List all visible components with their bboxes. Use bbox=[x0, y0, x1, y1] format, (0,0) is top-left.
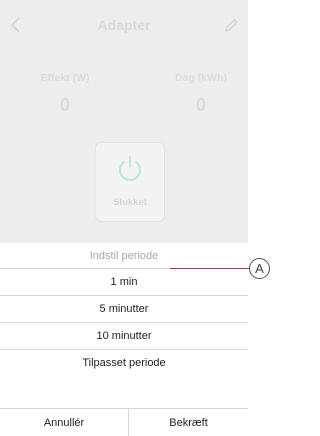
energy-metric-value: 0 bbox=[195, 95, 206, 115]
power-metric-value: 0 bbox=[59, 95, 70, 115]
pencil-icon[interactable] bbox=[223, 16, 239, 34]
device-screen: Adapter Effekt (W) 0 Dag (kWh) 0 Slukket… bbox=[0, 0, 248, 436]
power-toggle-tile[interactable]: Slukket bbox=[95, 142, 165, 222]
callout-badge: A bbox=[249, 258, 270, 279]
page-title: Adapter bbox=[97, 17, 151, 33]
option-custom-period[interactable]: Tilpasset periode bbox=[0, 349, 248, 376]
power-status-label: Slukket bbox=[113, 197, 147, 208]
option-10-minutes[interactable]: 10 minutter bbox=[0, 322, 248, 349]
power-icon bbox=[119, 156, 141, 181]
confirm-button[interactable]: Bekræft bbox=[129, 408, 248, 436]
energy-metric-label: Dag (kWh) bbox=[175, 72, 227, 84]
dimmed-device-panel: Adapter Effekt (W) 0 Dag (kWh) 0 Slukket bbox=[0, 0, 248, 243]
power-metric-label: Effekt (W) bbox=[40, 72, 90, 84]
period-picker-sheet: Indstil periode 1 min 5 minutter 10 minu… bbox=[0, 243, 248, 435]
sheet-title: Indstil periode bbox=[89, 249, 159, 262]
option-5-minutes[interactable]: 5 minutter bbox=[0, 295, 248, 322]
callout-leader-line bbox=[170, 268, 252, 269]
cancel-button[interactable]: Annullér bbox=[0, 408, 129, 436]
option-1-min[interactable]: 1 min bbox=[0, 268, 248, 295]
